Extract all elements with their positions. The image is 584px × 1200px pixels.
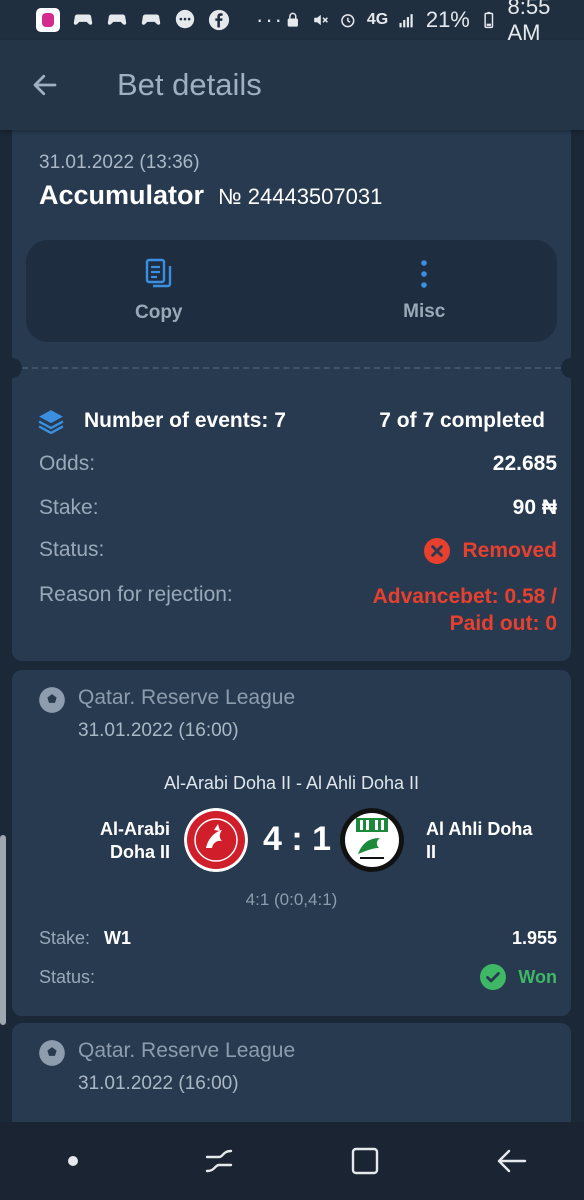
match-score: 4 : 1 (262, 820, 332, 858)
bet-actions: Copy Misc (26, 240, 557, 342)
league-name: Qatar. Reserve League (78, 686, 296, 709)
copy-label: Copy (135, 302, 183, 323)
odds-value: 22.685 (492, 452, 557, 475)
reason-value: Advancebet: 0.58 / Paid out: 0 (373, 583, 557, 637)
bet-title-row: Accumulator № 24443507031 (39, 180, 382, 211)
score-detail: 4:1 (0:0,4:1) (245, 890, 338, 909)
soccer-ball-icon (39, 687, 65, 713)
events-summary: Number of events: 7 7 of 7 completed (38, 408, 545, 434)
home-team-name: Al-Arabi Doha II (52, 818, 170, 864)
game-controller-icon (141, 14, 161, 25)
league-name: Qatar. Reserve League (78, 1039, 296, 1062)
copy-button[interactable]: Copy (26, 240, 292, 342)
away-team-line-2: II (426, 842, 437, 862)
status-bar: ··· 4G 21% 8:55 AM (0, 0, 584, 45)
home-team-line-1: Al-Arabi (99, 819, 170, 839)
home-team-line-2: Doha II (109, 842, 170, 862)
reason-label: Reason for rejection: (39, 583, 233, 606)
league-header: Qatar. Reserve League 31.01.2022 (16:00) (38, 686, 295, 742)
event-status-value: Won (480, 964, 557, 990)
back-button[interactable] (0, 40, 90, 130)
events-count: Number of events: 7 (84, 409, 286, 432)
away-team-line-1: Al Ahli Doha (426, 819, 533, 839)
event-pick: W1 (104, 928, 132, 948)
alarm-icon (341, 14, 355, 28)
recent-apps-icon (205, 1149, 233, 1173)
more-vertical-icon (421, 260, 428, 288)
reason-line-2: Paid out: 0 (449, 612, 557, 635)
event-status-label: Status: (39, 966, 96, 987)
status-row: Status: Removed (39, 538, 557, 564)
league-header: Qatar. Reserve League 31.01.2022 (16:00) (38, 1039, 295, 1095)
nav-dot-button[interactable] (38, 1126, 108, 1196)
event-status-text: Won (518, 966, 557, 987)
layers-icon (38, 410, 64, 434)
system-back-button[interactable] (476, 1126, 546, 1196)
game-controller-icon (107, 14, 127, 25)
odds-row: Odds: 22.685 (39, 452, 557, 476)
lock-icon (287, 12, 298, 27)
event-card[interactable]: Qatar. Reserve League 31.01.2022 (16:00)… (12, 670, 571, 1016)
app-bar: Bet details (0, 40, 584, 130)
recent-apps-button[interactable] (184, 1126, 254, 1196)
ticket-divider (12, 367, 571, 369)
page-title: Bet details (117, 67, 262, 102)
stake-label: Stake: (39, 496, 99, 519)
network-type: 4G (366, 11, 389, 28)
facebook-icon (208, 9, 230, 31)
status-removed-text: Removed (462, 539, 557, 562)
ticket-notch-left (2, 358, 22, 378)
event-date: 31.01.2022 (16:00) (78, 720, 239, 741)
reason-row: Reason for rejection: Advancebet: 0.58 /… (39, 583, 557, 637)
app-notification-icon (36, 8, 60, 32)
system-nav-bar (0, 1122, 584, 1200)
arrow-left-icon (33, 74, 57, 96)
close-circle-icon (424, 538, 451, 564)
odds-label: Odds: (39, 452, 96, 475)
check-circle-icon (480, 964, 507, 990)
home-square-icon (351, 1147, 379, 1175)
home-team-logo-icon (184, 808, 248, 872)
event-stake-label: Stake: (39, 928, 91, 948)
game-controller-icon (73, 14, 93, 25)
soccer-ball-icon (39, 1040, 65, 1066)
away-team-name: Al Ahli Doha II (426, 818, 556, 864)
match-title: Al-Arabi Doha II - Al Ahli Doha II (163, 773, 420, 793)
back-icon (497, 1149, 527, 1173)
misc-button[interactable]: Misc (292, 240, 558, 342)
battery-icon (484, 11, 494, 29)
bet-summary-card: 31.01.2022 (13:36) Accumulator № 2444350… (2, 130, 581, 661)
mute-icon (313, 14, 328, 26)
dot-icon (68, 1156, 78, 1166)
ticket-notch-right (561, 358, 581, 378)
reason-line-1: Advancebet: 0.58 / (372, 585, 557, 608)
battery-percent: 21% (425, 7, 470, 32)
copy-icon (145, 258, 171, 288)
events-completed: 7 of 7 completed (379, 409, 545, 432)
notification-overflow: ··· (256, 7, 284, 32)
scroll-indicator[interactable] (0, 835, 6, 1025)
event-date: 31.01.2022 (16:00) (78, 1073, 239, 1094)
status-value: Removed (424, 538, 557, 564)
stake-value: 90 ₦ (512, 496, 557, 519)
status-label: Status: (39, 538, 105, 561)
messenger-icon (175, 9, 195, 29)
away-team-logo-icon (340, 808, 404, 872)
bet-type: Accumulator (39, 180, 205, 210)
home-button[interactable] (330, 1126, 400, 1196)
bet-number: № 24443507031 (218, 184, 383, 209)
misc-label: Misc (403, 301, 446, 322)
event-stake-row: Stake: W1 1.955 (39, 928, 557, 949)
stake-row: Stake: 90 ₦ (39, 496, 557, 520)
signal-icon (399, 14, 413, 28)
event-status-row: Status: Won (39, 964, 557, 990)
event-coefficient: 1.955 (511, 928, 557, 948)
bet-date: 31.01.2022 (13:36) (39, 152, 200, 173)
